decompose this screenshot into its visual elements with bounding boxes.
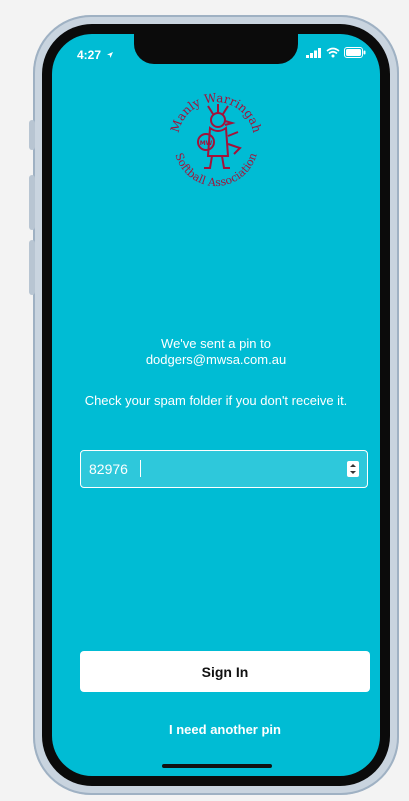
- app-screen: 4:27 Manly Warringah Softball Associatio…: [52, 34, 380, 776]
- text-caret: [140, 460, 141, 477]
- notch: [134, 34, 298, 64]
- sign-in-button[interactable]: Sign In: [80, 651, 370, 692]
- number-stepper[interactable]: [347, 461, 359, 477]
- another-pin-link[interactable]: I need another pin: [80, 722, 370, 737]
- wifi-icon: [326, 47, 340, 58]
- status-icons: [306, 47, 366, 58]
- volume-down-button: [29, 240, 35, 295]
- status-time: 4:27: [77, 48, 114, 62]
- battery-icon: [344, 47, 366, 58]
- logo-badge-text: MW: [200, 140, 213, 147]
- signal-bars-icon: [306, 47, 321, 58]
- pin-sent-email: dodgers@mwsa.com.au: [145, 352, 287, 367]
- mute-switch: [29, 120, 35, 150]
- spam-note: Check your spam folder if you don't rece…: [84, 393, 348, 408]
- association-logo: Manly Warringah Softball Association MW: [168, 90, 265, 189]
- status-time-text: 4:27: [77, 48, 102, 62]
- home-indicator: [162, 764, 272, 768]
- mascot-icon: [197, 104, 242, 169]
- volume-up-button: [29, 175, 35, 230]
- location-arrow-icon: [107, 52, 114, 58]
- pin-sent-message: We've sent a pin to dodgers@mwsa.com.au: [72, 336, 360, 368]
- stepper-arrows-icon: [350, 464, 356, 474]
- pin-input[interactable]: [89, 451, 339, 486]
- pin-field[interactable]: [80, 450, 368, 488]
- pin-sent-line: We've sent a pin to: [161, 336, 271, 351]
